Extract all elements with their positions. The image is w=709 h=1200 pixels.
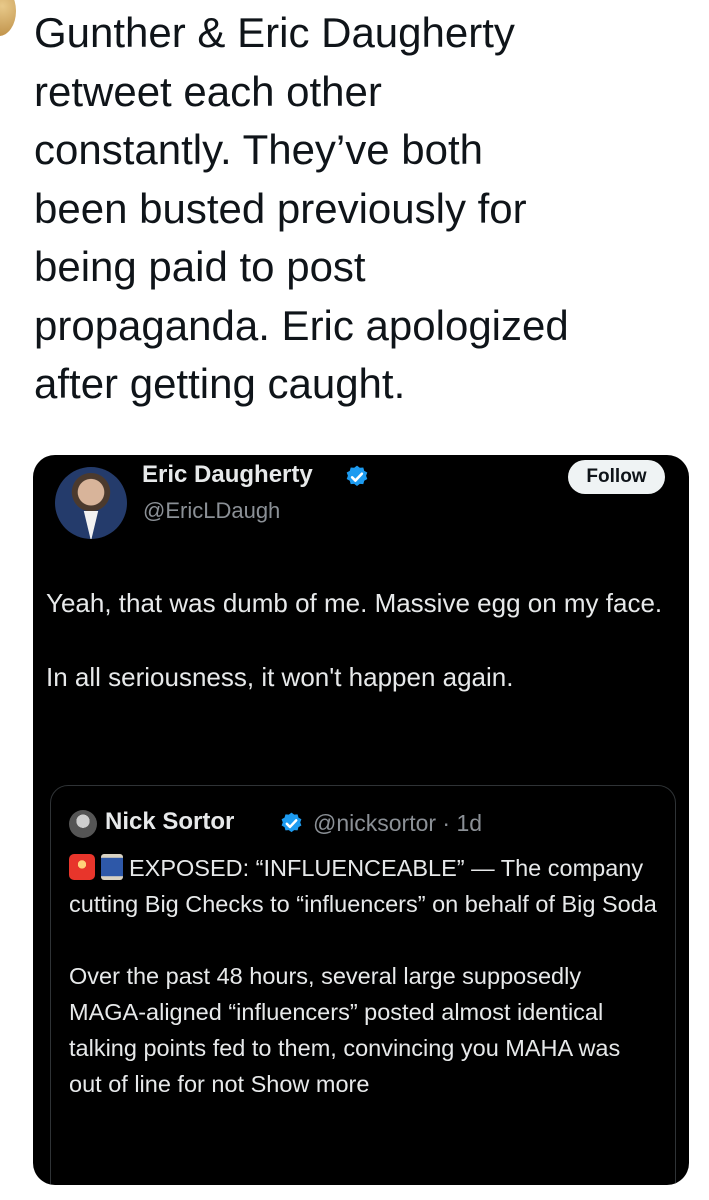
post-text: Gunther & Eric Daugherty retweet each ot… [34,9,569,407]
show-more-link[interactable]: Show more [251,1071,370,1097]
quoted-paragraph: Over the past 48 hours, several large su… [69,958,659,1102]
author-handle[interactable]: @EricLDaugh [143,498,280,524]
verified-badge-icon [281,812,302,833]
follow-button[interactable]: Follow [568,460,665,494]
author-name[interactable]: Eric Daugherty [142,461,313,489]
quoted-handle-time[interactable]: @nicksortor · 1d [313,810,482,837]
tweet-body: Yeah, that was dumb of me. Massive egg o… [46,585,676,696]
siren-emoji-icon [69,854,95,880]
thread-spool-emoji-icon [101,854,123,880]
author-avatar[interactable] [55,467,127,539]
verified-badge-icon [346,465,368,486]
profile-avatar-partial[interactable] [0,0,16,36]
tweet-paragraph: In all seriousness, it won't happen agai… [46,662,514,692]
quoted-headline-text: EXPOSED: “INFLUENCEABLE” — The company c… [69,855,657,917]
quoted-body: EXPOSED: “INFLUENCEABLE” — The company c… [69,850,659,1102]
quoted-author-avatar[interactable] [69,810,97,838]
quoted-tweet[interactable]: Nick Sortor @nicksortor · 1d EXPOSED: “I… [50,785,676,1185]
quoted-headline: EXPOSED: “INFLUENCEABLE” — The company c… [69,850,659,922]
embedded-tweet-card[interactable]: Eric Daugherty @EricLDaugh Follow Yeah, … [33,455,689,1185]
quoted-author-name[interactable]: Nick Sortor [105,808,234,836]
tweet-paragraph: Yeah, that was dumb of me. Massive egg o… [46,588,663,618]
